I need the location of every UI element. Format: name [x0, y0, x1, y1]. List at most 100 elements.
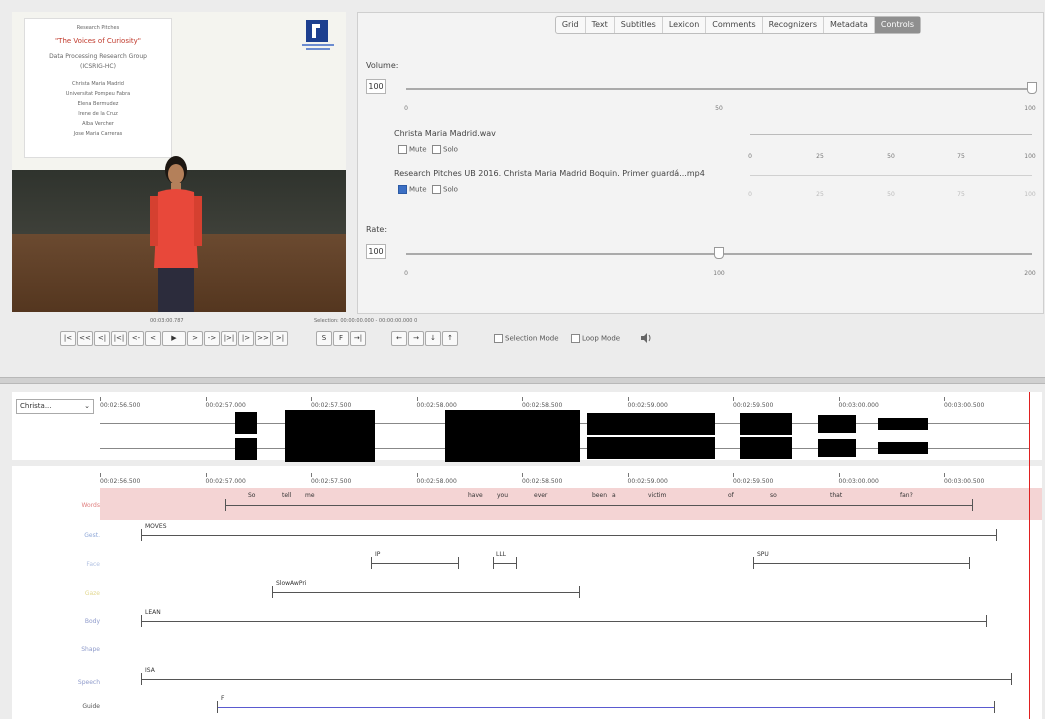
rate-slider-thumb[interactable] — [714, 247, 724, 259]
gaze-annotation-label: SlowAwPri — [276, 580, 307, 587]
word[interactable]: me — [305, 492, 315, 499]
timeline-time-label: 00:02:57.000 — [205, 478, 246, 485]
word[interactable]: been — [592, 492, 607, 499]
previous-pixel-button[interactable]: <- — [128, 331, 144, 346]
tier-label-words[interactable]: Words — [60, 502, 100, 509]
slide-line: Jose Maria Carreras — [73, 131, 123, 137]
step-forward-button[interactable]: > — [187, 331, 203, 346]
tier-label-body[interactable]: Body — [60, 618, 100, 625]
track1-volume-slider[interactable] — [750, 134, 1032, 135]
selection-start-button[interactable]: S — [316, 331, 332, 346]
volume-label: Volume: — [366, 61, 399, 70]
timeline-tick-mark — [522, 473, 523, 477]
word[interactable]: that — [830, 492, 842, 499]
tab-comments[interactable]: Comments — [706, 17, 763, 33]
signal-time-label: 00:02:57.000 — [205, 402, 246, 409]
word[interactable]: a — [612, 492, 616, 499]
gesture-annotation[interactable] — [141, 529, 997, 541]
track1-solo-label: Solo — [443, 145, 458, 154]
slide-line: Data Processing Research Group — [49, 53, 147, 60]
step-back-button[interactable]: < — [145, 331, 161, 346]
word[interactable]: victim — [648, 492, 666, 499]
controls-panel: Grid Text Subtitles Lexicon Comments Rec… — [357, 12, 1044, 314]
tier-label-shape[interactable]: Shape — [60, 646, 100, 653]
signal-track-selector[interactable]: Christa... ⌄ — [16, 399, 94, 414]
speech-annotation[interactable] — [141, 673, 1012, 685]
tier-label-speech[interactable]: Speech — [60, 679, 100, 686]
previous-second-button[interactable]: <| — [94, 331, 110, 346]
timeline-time-label: 00:02:58.000 — [416, 478, 457, 485]
signal-time-label: 00:02:58.500 — [522, 402, 563, 409]
previous-annotation-button[interactable]: ← — [391, 331, 407, 346]
timeline-tick-mark — [838, 473, 840, 477]
next-annotation-button[interactable]: → — [408, 331, 424, 346]
face-annotation[interactable] — [371, 557, 459, 569]
next-scrollview-button[interactable]: >> — [255, 331, 271, 346]
next-pixel-button[interactable]: -> — [204, 331, 220, 346]
selection-display: Selection: 00:00:00.000 - 00:00:00.000 0 — [314, 318, 418, 324]
go-to-end-button[interactable]: >| — [272, 331, 288, 346]
tab-text[interactable]: Text — [586, 17, 615, 33]
play-button[interactable]: ▶ — [162, 331, 186, 346]
volume-value-field[interactable]: 100 — [366, 79, 386, 94]
panel-splitter[interactable] — [0, 377, 1045, 384]
selection-end-button[interactable]: →| — [350, 331, 366, 346]
track2-volume-slider[interactable] — [750, 175, 1032, 176]
go-to-begin-button[interactable]: |< — [60, 331, 76, 346]
word[interactable]: ever — [534, 492, 547, 499]
previous-scrollview-button[interactable]: << — [77, 331, 93, 346]
gesture-annotation-label: MOVES — [145, 523, 167, 530]
playhead-cursor[interactable] — [1029, 392, 1030, 719]
slide-title: "The Voices of Curiosity" — [54, 37, 142, 45]
tab-grid[interactable]: Grid — [556, 17, 586, 33]
tier-down-button[interactable]: ↓ — [425, 331, 441, 346]
tier-label-guide[interactable]: Guide — [60, 703, 100, 710]
volume-slider-thumb[interactable] — [1027, 82, 1037, 94]
word[interactable]: so — [770, 492, 777, 499]
tab-metadata[interactable]: Metadata — [824, 17, 875, 33]
word[interactable]: of — [728, 492, 734, 499]
track2-name: Research Pitches UB 2016. Christa Maria … — [394, 169, 705, 178]
rate-value-field[interactable]: 100 — [366, 244, 386, 259]
speaker-icon[interactable] — [640, 332, 652, 344]
next-second-button[interactable]: |> — [238, 331, 254, 346]
selection-play-button[interactable]: F — [333, 331, 349, 346]
next-frame-button[interactable]: |>| — [221, 331, 237, 346]
timeline-tick-mark — [100, 473, 101, 477]
word[interactable]: tell — [282, 492, 291, 499]
timeline-tick-mark — [944, 473, 945, 477]
tab-controls[interactable]: Controls — [874, 17, 920, 33]
selection-mode-checkbox[interactable]: Selection Mode — [494, 334, 559, 343]
signal-tick-mark — [416, 397, 418, 401]
track2-mute-checkbox[interactable]: Mute — [398, 185, 427, 194]
face-annotation[interactable] — [753, 557, 970, 569]
track1-mute-checkbox[interactable]: Mute — [398, 145, 427, 154]
rate-tick: 200 — [1024, 270, 1036, 277]
guide-annotation[interactable] — [217, 701, 995, 713]
word[interactable]: fan? — [900, 492, 913, 499]
tab-subtitles[interactable]: Subtitles — [615, 17, 663, 33]
gaze-annotation[interactable] — [272, 586, 580, 598]
body-annotation[interactable] — [141, 615, 987, 627]
word[interactable]: So — [248, 492, 255, 499]
slide-line: Irene de la Cruz — [78, 111, 118, 117]
timeline-tick-mark — [733, 473, 734, 477]
volume-slider-track[interactable] — [406, 88, 1032, 90]
word[interactable]: you — [497, 492, 508, 499]
tab-lexicon[interactable]: Lexicon — [663, 17, 707, 33]
track2-tick: 25 — [816, 191, 824, 198]
loop-mode-checkbox[interactable]: Loop Mode — [571, 334, 620, 343]
previous-frame-button[interactable]: |<| — [111, 331, 127, 346]
tier-label-gaze[interactable]: Gaze — [60, 590, 100, 597]
track2-solo-checkbox[interactable]: Solo — [432, 185, 458, 194]
video-viewer[interactable]: Research Pitches "The Voices of Curiosit… — [12, 12, 346, 312]
tier-label-face[interactable]: Face — [60, 561, 100, 568]
rate-label: Rate: — [366, 225, 388, 234]
tier-label-gesture[interactable]: Gest. — [60, 532, 100, 539]
words-annotation[interactable] — [225, 499, 973, 511]
face-annotation[interactable] — [493, 557, 517, 569]
tab-recognizers[interactable]: Recognizers — [763, 17, 825, 33]
track1-solo-checkbox[interactable]: Solo — [432, 145, 458, 154]
word[interactable]: have — [468, 492, 483, 499]
tier-up-button[interactable]: ↑ — [442, 331, 458, 346]
